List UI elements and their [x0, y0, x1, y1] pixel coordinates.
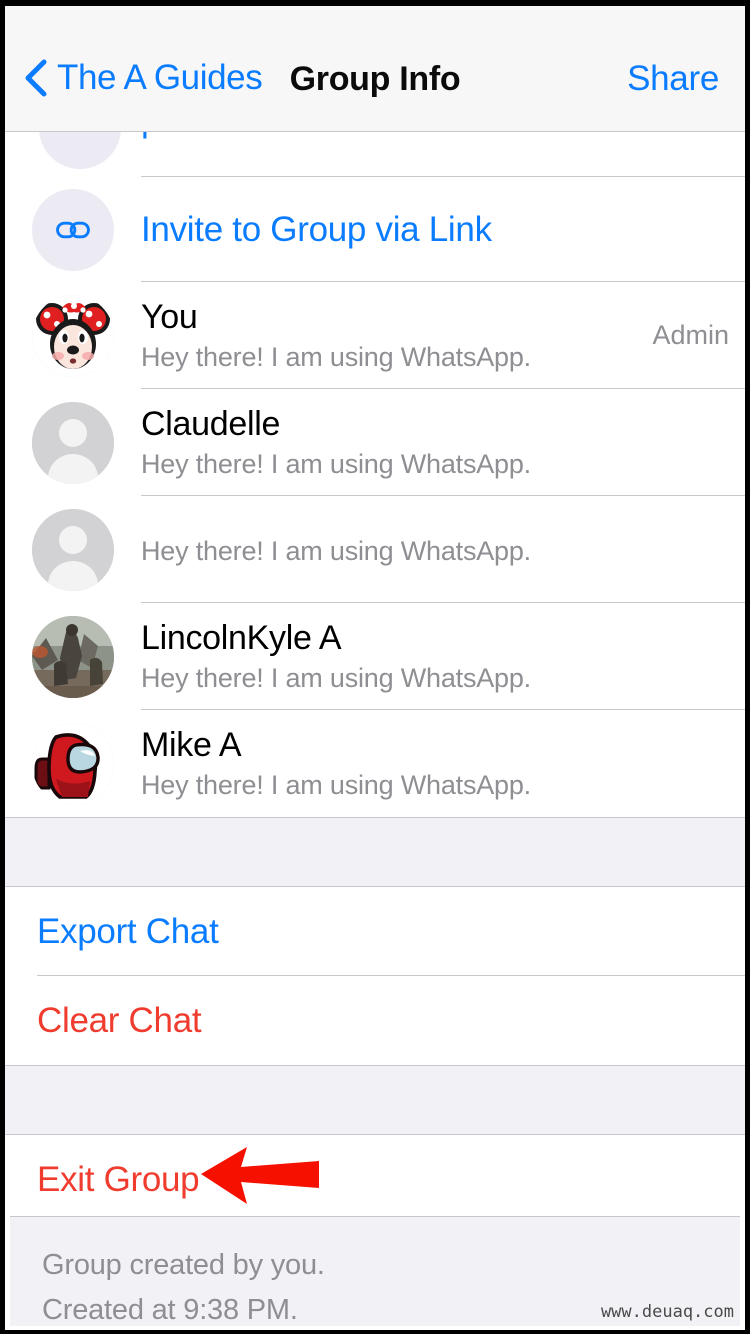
export-chat-label: Export Chat	[37, 911, 219, 951]
share-button[interactable]: Share	[627, 59, 719, 99]
default-person-avatar	[32, 401, 114, 484]
contact-status: Hey there! I am using WhatsApp.	[141, 342, 531, 372]
partial-row-label: p	[141, 132, 745, 140]
back-button[interactable]: The A Guides	[23, 58, 263, 98]
contact-status: Hey there! I am using WhatsApp.	[141, 663, 531, 693]
contact-name: You	[141, 298, 198, 336]
placeholder-circle-avatar	[39, 132, 121, 169]
group-created-footer: Group created by you. Created at 9:38 PM…	[10, 1216, 740, 1326]
watermark: www.deuaq.com	[600, 1302, 734, 1322]
section-spacer	[5, 817, 745, 887]
footer-line-created-by: Group created by you.	[42, 1249, 325, 1281]
back-button-label: The A Guides	[57, 58, 263, 97]
avatar-container	[5, 722, 141, 805]
avatar-container	[5, 401, 141, 484]
among-us-crewmate-avatar	[32, 722, 114, 805]
table-row[interactable]: Mike A Hey there! I am using WhatsApp.	[5, 710, 745, 817]
table-row[interactable]: LincolnKyle A Hey there! I am using What…	[5, 603, 745, 710]
partial-scrolled-row[interactable]: p	[5, 132, 745, 177]
export-chat-row[interactable]: Export Chat	[5, 887, 745, 976]
contact-text-block: Claudelle Hey there! I am using WhatsApp…	[141, 404, 729, 481]
avatar-container	[5, 294, 141, 377]
link-chain-glyph	[56, 221, 90, 238]
contact-name: Mike A	[141, 726, 242, 764]
contact-status: Hey there! I am using WhatsApp.	[141, 770, 531, 800]
contact-name: LincolnKyle A	[141, 619, 342, 657]
exit-group-label: Exit Group	[37, 1159, 200, 1199]
contact-text-block: Hey there! I am using WhatsApp.	[141, 531, 729, 568]
phone-screen: The A Guides Group Info Share p	[0, 0, 750, 1334]
avatar-container	[5, 508, 141, 591]
table-row[interactable]: You Hey there! I am using WhatsApp. Admi…	[5, 282, 745, 389]
group-info-list: p Invite to Group via Link	[5, 132, 745, 1224]
contact-status: Hey there! I am using WhatsApp.	[141, 449, 531, 479]
contact-status: Hey there! I am using WhatsApp.	[141, 536, 531, 566]
table-row[interactable]: Claudelle Hey there! I am using WhatsApp…	[5, 389, 745, 496]
game-artwork-avatar	[32, 615, 114, 698]
contact-text-block: Mike A Hey there! I am using WhatsApp.	[141, 725, 729, 802]
table-row[interactable]: Hey there! I am using WhatsApp.	[5, 496, 745, 603]
contact-text-block: You Hey there! I am using WhatsApp.	[141, 297, 652, 374]
default-person-avatar	[32, 508, 114, 591]
section-spacer	[5, 1065, 745, 1135]
link-chain-icon	[32, 188, 114, 271]
contact-name: Claudelle	[141, 405, 281, 443]
contact-text-block: LincolnKyle A Hey there! I am using What…	[141, 618, 729, 695]
invite-icon-container	[5, 188, 141, 271]
avatar-container	[5, 615, 141, 698]
clear-chat-label: Clear Chat	[37, 1000, 202, 1040]
exit-group-row[interactable]: Exit Group	[5, 1135, 745, 1224]
status-badge: Admin	[652, 320, 729, 350]
minnie-mouse-avatar	[32, 294, 114, 377]
invite-to-group-label: Invite to Group via Link	[141, 209, 492, 249]
chevron-left-icon	[25, 59, 47, 97]
navigation-bar: The A Guides Group Info Share	[5, 6, 745, 132]
invite-to-group-row[interactable]: Invite to Group via Link	[5, 177, 745, 282]
clear-chat-row[interactable]: Clear Chat	[5, 976, 745, 1065]
